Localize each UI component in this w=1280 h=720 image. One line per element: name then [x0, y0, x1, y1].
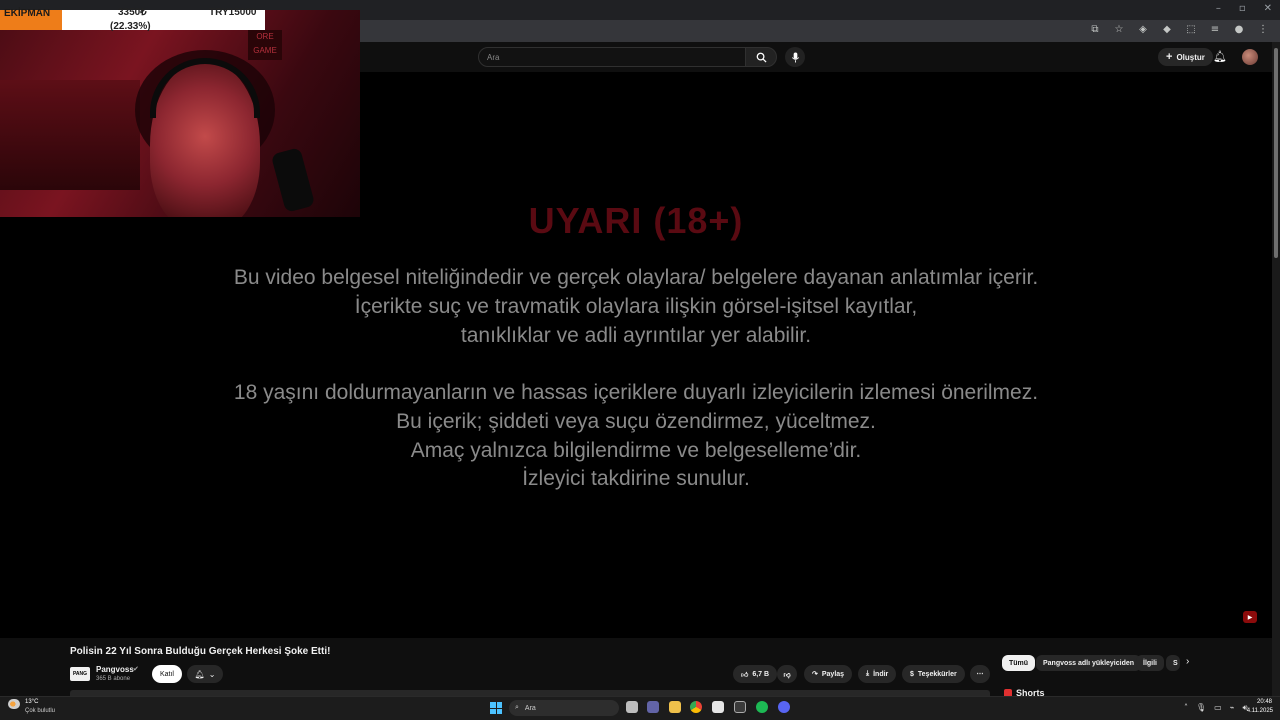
taskbar	[0, 696, 1280, 720]
search-input[interactable]: Ara	[478, 47, 746, 67]
thumbs-down-icon: 👎︎	[783, 671, 791, 679]
browser-toolbar: ⧉ ☆ ◈ ◆ ⬚ ≡ ● ⋮	[1088, 24, 1270, 35]
join-button[interactable]: Katıl	[152, 665, 182, 683]
chevron-up-icon[interactable]: ˄	[1184, 703, 1188, 713]
search-icon: ⌕	[515, 704, 519, 711]
window-controls: – ▫ ✕	[1216, 3, 1272, 14]
voice-search-button[interactable]	[785, 47, 805, 67]
clock-date[interactable]: 4.11.2025	[1243, 708, 1273, 714]
like-count: 6,7 B	[752, 670, 770, 678]
warning-line: Amaç yalnızca bilgilendirme ve belgesell…	[410, 439, 862, 462]
avatar[interactable]	[1242, 49, 1258, 65]
verified-icon: ✔	[133, 666, 139, 673]
chevron-right-icon[interactable]: ›	[1186, 656, 1189, 667]
weather-temperature[interactable]: 13°C	[25, 699, 38, 705]
chip-partial[interactable]: S	[1166, 655, 1180, 671]
dislike-button[interactable]: 👎︎	[777, 665, 797, 683]
donation-goal: TRY15000	[209, 7, 257, 18]
discord-icon[interactable]	[778, 701, 790, 713]
share-button[interactable]: ↷ Paylaş	[804, 665, 853, 683]
chevron-down-icon: ⌄	[208, 669, 216, 679]
system-tray: ˄ 🎙︎ ▭ ⌁ 🔊︎	[1184, 703, 1248, 713]
more-actions-button[interactable]: ⋯	[970, 665, 990, 683]
close-icon[interactable]: ✕	[1264, 3, 1272, 14]
task-view-icon[interactable]	[626, 701, 638, 713]
channel-avatar[interactable]: PANG	[70, 667, 90, 681]
spotify-icon[interactable]	[756, 701, 768, 713]
menu-icon[interactable]: ⋮	[1256, 24, 1270, 35]
taskbar-search[interactable]: ⌕ Ara	[509, 700, 619, 716]
minimize-icon[interactable]: –	[1216, 3, 1221, 14]
thanks-label: Teşekkürler	[917, 670, 957, 678]
warning-line: İçerikte suç ve travmatik olaylara ilişk…	[354, 295, 918, 318]
bell-icon: 🔔︎	[194, 669, 205, 679]
settings-icon[interactable]	[734, 701, 746, 713]
microphone-icon	[270, 147, 316, 213]
taskbar-search-label: Ara	[524, 704, 536, 712]
webcam-shelf	[0, 80, 140, 190]
like-button[interactable]: 👍︎ 6,7 B	[733, 665, 778, 683]
download-button[interactable]: ⤓ İndir	[858, 665, 897, 683]
youtube-logo-icon[interactable]: ▶	[1243, 611, 1257, 623]
download-icon: ⤓	[866, 670, 870, 677]
chip-from-uploader[interactable]: Pangvoss adlı yükleyiciden	[1036, 655, 1142, 671]
install-icon[interactable]: ⧉	[1088, 24, 1102, 35]
windows-start-icon[interactable]	[490, 702, 502, 714]
star-icon[interactable]: ☆	[1112, 24, 1126, 35]
plus-icon: +	[1166, 51, 1173, 63]
bookmarks-icon[interactable]: ≡	[1208, 24, 1222, 35]
profile-icon[interactable]: ●	[1232, 24, 1246, 35]
chip-all[interactable]: Tümü	[1002, 655, 1036, 671]
search-button[interactable]	[745, 47, 777, 67]
weather-description[interactable]: Çok bulutlu	[25, 708, 55, 714]
teams-icon[interactable]	[647, 701, 659, 713]
file-explorer-icon[interactable]	[669, 701, 681, 713]
notifications-icon[interactable]: 🔔︎	[1213, 50, 1227, 63]
warning-line: tanıklıklar ve adli ayrıntılar yer alabi…	[460, 324, 812, 347]
puzzle-icon[interactable]: ⬚	[1184, 24, 1198, 35]
search-icon	[756, 52, 767, 63]
share-icon: ↷	[812, 671, 818, 678]
chrome-icon[interactable]	[690, 701, 702, 713]
warning-line: 18 yaşını doldurmayanların ve hassas içe…	[233, 381, 1039, 404]
share-label: Paylaş	[821, 670, 845, 678]
network-icon[interactable]: ⌁	[1230, 703, 1235, 713]
mic-icon	[791, 51, 799, 63]
chip-related[interactable]: İlgili	[1136, 655, 1164, 671]
store-icon[interactable]	[712, 701, 724, 713]
weather-icon[interactable]	[8, 699, 20, 709]
extension-icon[interactable]: ◈	[1136, 24, 1150, 35]
thumbs-up-icon: 👍︎	[741, 671, 749, 679]
maximize-icon[interactable]: ▫	[1239, 3, 1246, 14]
warning-line: İzleyici takdirine sunulur.	[522, 467, 750, 490]
donation-goal-label: EKİPMAN	[0, 9, 62, 30]
donation-current: 3350₺	[118, 7, 147, 18]
clock-time[interactable]: 20:48	[1248, 699, 1272, 705]
webcam-sign: ORE GAME	[248, 30, 282, 60]
channel-name[interactable]: Pangvoss	[96, 665, 134, 674]
create-button[interactable]: + Oluştur	[1158, 48, 1213, 66]
download-label: İndir	[873, 670, 889, 678]
more-icon: ⋯	[976, 671, 984, 678]
display-icon[interactable]: ▭	[1214, 703, 1222, 713]
thanks-icon: $	[910, 670, 914, 678]
donation-percent: (22.33%)	[110, 21, 151, 32]
create-label: Oluştur	[1176, 52, 1205, 62]
thanks-button[interactable]: $ Teşekkürler	[902, 665, 965, 683]
mic-icon[interactable]: 🎙︎	[1196, 703, 1206, 713]
warning-line: Bu video belgesel niteliğindedir ve gerç…	[233, 266, 1039, 289]
subscription-bell-button[interactable]: 🔔︎ ⌄	[187, 665, 223, 683]
subscriber-count: 365 B abone	[96, 676, 131, 682]
video-title: Polisin 22 Yıl Sonra Bulduğu Gerçek Herk…	[70, 646, 331, 657]
webcam-overlay: ORE GAME	[0, 10, 360, 217]
shield-icon[interactable]: ◆	[1160, 24, 1174, 35]
scrollbar-thumb[interactable]	[1274, 48, 1278, 258]
warning-line: Bu içerik; şiddeti veya suçu özendirmez,…	[396, 410, 876, 433]
